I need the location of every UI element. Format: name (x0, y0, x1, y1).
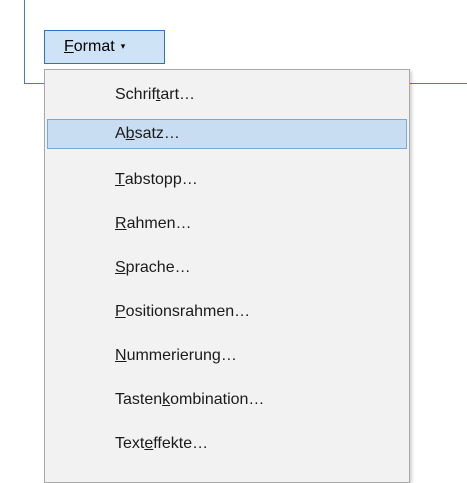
chevron-down-icon: ▾ (120, 40, 126, 51)
format-button-label: Format (64, 38, 115, 55)
menu-item-texteffekte[interactable]: Text e ffekte… (47, 429, 407, 459)
format-menu: Schrif t art… Ab satz… Tabstopp… Rahmen… Sp… (44, 69, 410, 483)
menu-item-nummerierung[interactable]: Nummerierung… (47, 341, 407, 371)
menu-item-tastenkombination[interactable]: Tasten k ombination… (47, 385, 407, 415)
dialog-background: Format ▾ Schrif t art… Ab satz… Tabstopp… R… (0, 0, 467, 483)
format-dropdown-button[interactable]: Format ▾ (44, 30, 165, 64)
menu-item-positionsrahmen[interactable]: Positionsrahmen… (47, 297, 407, 327)
menu-item-rahmen[interactable]: Rahmen… (47, 209, 407, 239)
format-accel-key: F (64, 38, 74, 55)
menu-item-schriftart[interactable]: Schrif t art… (47, 80, 407, 110)
menu-item-absatz[interactable]: Ab satz… (47, 119, 407, 149)
menu-item-tabstopp[interactable]: Tabstopp… (47, 165, 407, 195)
menu-item-sprache[interactable]: Sprache… (47, 253, 407, 283)
